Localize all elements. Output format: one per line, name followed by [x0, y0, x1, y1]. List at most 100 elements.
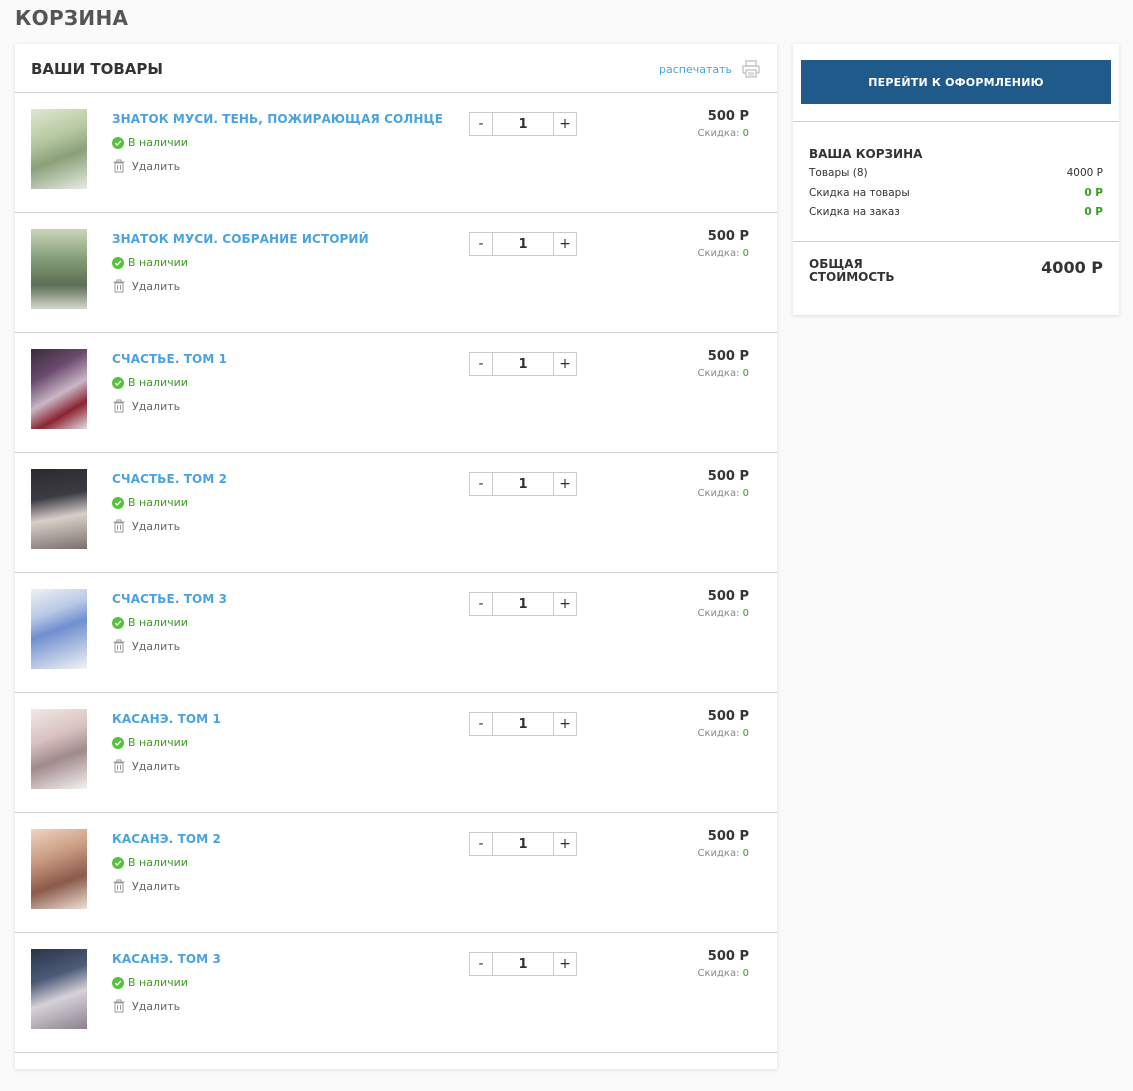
cart-item: СЧАСТЬЕ. ТОМ 2 В наличии Удалить - 1 + 5…	[15, 453, 777, 573]
goods-value: 4000 Р	[1066, 167, 1103, 179]
discount-label: Скидка:	[697, 608, 743, 619]
stock-status: В наличии	[112, 256, 188, 269]
decrease-quantity-button[interactable]: -	[469, 232, 493, 256]
check-circle-icon	[112, 856, 124, 869]
decrease-quantity-button[interactable]: -	[469, 592, 493, 616]
quantity-input[interactable]: 1	[493, 232, 553, 256]
stock-label: В наличии	[128, 256, 188, 269]
quantity-input[interactable]: 1	[493, 352, 553, 376]
product-cover-image[interactable]	[31, 589, 87, 669]
quantity-stepper: - 1 +	[469, 832, 577, 856]
product-discount: Скидка: 0	[697, 728, 749, 739]
increase-quantity-button[interactable]: +	[553, 352, 577, 376]
decrease-quantity-button[interactable]: -	[469, 832, 493, 856]
product-discount: Скидка: 0	[697, 848, 749, 859]
stock-status: В наличии	[112, 616, 188, 629]
product-name-link[interactable]: ЗНАТОК МУСИ. ТЕНЬ, ПОЖИРАЮЩАЯ СОЛНЦЕ	[112, 112, 443, 126]
product-price: 500 Р	[707, 709, 749, 724]
product-cover-image[interactable]	[31, 829, 87, 909]
discount-value: 0	[742, 848, 749, 859]
delete-button[interactable]: Удалить	[112, 279, 180, 293]
total-label: ОБЩАЯ СТОИМОСТЬ	[809, 257, 895, 284]
product-price: 500 Р	[707, 949, 749, 964]
product-cover-image[interactable]	[31, 229, 87, 309]
increase-quantity-button[interactable]: +	[553, 832, 577, 856]
delete-button[interactable]: Удалить	[112, 159, 180, 173]
product-cover-image[interactable]	[31, 709, 87, 789]
quantity-input[interactable]: 1	[493, 832, 553, 856]
checkout-button[interactable]: ПЕРЕЙТИ К ОФОРМЛЕНИЮ	[801, 60, 1111, 104]
product-cover-image[interactable]	[31, 949, 87, 1029]
increase-quantity-button[interactable]: +	[553, 112, 577, 136]
stock-status: В наличии	[112, 736, 188, 749]
delete-button[interactable]: Удалить	[112, 399, 180, 413]
product-cover-image[interactable]	[31, 109, 87, 189]
quantity-input[interactable]: 1	[493, 112, 553, 136]
item-discount-label: Скидка на товары	[809, 187, 910, 199]
increase-quantity-button[interactable]: +	[553, 952, 577, 976]
order-discount-label: Скидка на заказ	[809, 206, 900, 218]
delete-button[interactable]: Удалить	[112, 999, 180, 1013]
increase-quantity-button[interactable]: +	[553, 592, 577, 616]
delete-button[interactable]: Удалить	[112, 639, 180, 653]
quantity-input[interactable]: 1	[493, 712, 553, 736]
check-circle-icon	[112, 736, 124, 749]
product-price: 500 Р	[707, 229, 749, 244]
increase-quantity-button[interactable]: +	[553, 232, 577, 256]
product-cover-image[interactable]	[31, 469, 87, 549]
delete-button[interactable]: Удалить	[112, 519, 180, 533]
stock-label: В наличии	[128, 856, 188, 869]
increase-quantity-button[interactable]: +	[553, 712, 577, 736]
discount-value: 0	[742, 608, 749, 619]
printer-icon[interactable]	[741, 59, 761, 79]
discount-value: 0	[742, 248, 749, 259]
delete-label: Удалить	[132, 159, 181, 173]
decrease-quantity-button[interactable]: -	[469, 712, 493, 736]
trash-icon	[113, 159, 125, 173]
trash-icon	[113, 399, 125, 413]
cart-item: ЗНАТОК МУСИ. ТЕНЬ, ПОЖИРАЮЩАЯ СОЛНЦЕ В н…	[15, 93, 777, 213]
discount-value: 0	[742, 488, 749, 499]
delete-button[interactable]: Удалить	[112, 879, 180, 893]
divider	[793, 121, 1119, 122]
stock-status: В наличии	[112, 376, 188, 389]
cart-item: СЧАСТЬЕ. ТОМ 3 В наличии Удалить - 1 + 5…	[15, 573, 777, 693]
check-circle-icon	[112, 976, 124, 989]
increase-quantity-button[interactable]: +	[553, 472, 577, 496]
trash-icon	[113, 279, 125, 293]
quantity-stepper: - 1 +	[469, 112, 577, 136]
product-cover-image[interactable]	[31, 349, 87, 429]
items-list: ЗНАТОК МУСИ. ТЕНЬ, ПОЖИРАЮЩАЯ СОЛНЦЕ В н…	[15, 93, 777, 1053]
product-price: 500 Р	[707, 349, 749, 364]
product-name-link[interactable]: СЧАСТЬЕ. ТОМ 3	[112, 592, 227, 606]
product-name-link[interactable]: СЧАСТЬЕ. ТОМ 2	[112, 472, 227, 486]
quantity-stepper: - 1 +	[469, 352, 577, 376]
product-name-link[interactable]: КАСАНЭ. ТОМ 1	[112, 712, 221, 726]
quantity-input[interactable]: 1	[493, 592, 553, 616]
decrease-quantity-button[interactable]: -	[469, 352, 493, 376]
stock-status: В наличии	[112, 496, 188, 509]
stock-label: В наличии	[128, 736, 188, 749]
trash-icon	[113, 639, 125, 653]
discount-label: Скидка:	[697, 728, 743, 739]
print-link[interactable]: распечатать	[659, 63, 732, 76]
decrease-quantity-button[interactable]: -	[469, 472, 493, 496]
discount-value: 0	[742, 128, 749, 139]
delete-button[interactable]: Удалить	[112, 759, 180, 773]
quantity-stepper: - 1 +	[469, 952, 577, 976]
quantity-input[interactable]: 1	[493, 952, 553, 976]
item-discount-row: Скидка на товары 0 Р	[809, 187, 1103, 199]
quantity-stepper: - 1 +	[469, 592, 577, 616]
product-name-link[interactable]: СЧАСТЬЕ. ТОМ 1	[112, 352, 227, 366]
quantity-input[interactable]: 1	[493, 472, 553, 496]
discount-value: 0	[742, 368, 749, 379]
decrease-quantity-button[interactable]: -	[469, 952, 493, 976]
product-name-link[interactable]: КАСАНЭ. ТОМ 2	[112, 832, 221, 846]
decrease-quantity-button[interactable]: -	[469, 112, 493, 136]
total-value: 4000 Р	[1041, 258, 1103, 277]
item-discount-value: 0 Р	[1084, 187, 1103, 199]
product-name-link[interactable]: ЗНАТОК МУСИ. СОБРАНИЕ ИСТОРИЙ	[112, 232, 369, 246]
product-name-link[interactable]: КАСАНЭ. ТОМ 3	[112, 952, 221, 966]
check-circle-icon	[112, 376, 124, 389]
product-price: 500 Р	[707, 589, 749, 604]
